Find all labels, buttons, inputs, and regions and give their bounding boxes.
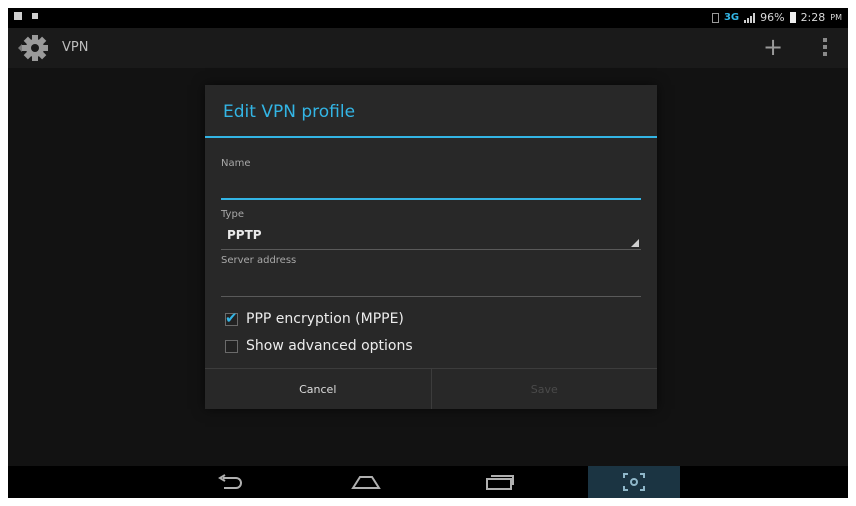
server-address-underline[interactable] xyxy=(221,296,641,297)
page-title: VPN xyxy=(62,40,89,55)
usb-notification-icon xyxy=(32,13,38,19)
name-input-underline[interactable] xyxy=(221,198,641,200)
recents-button[interactable] xyxy=(470,466,530,498)
system-indicators: 3G 96% 2:28 PM xyxy=(711,11,842,24)
recents-icon xyxy=(486,475,514,490)
notification-icons xyxy=(14,12,38,20)
battery-icon xyxy=(789,12,796,23)
name-label: Name xyxy=(221,158,251,169)
type-spinner-underline xyxy=(221,249,641,250)
back-icon xyxy=(218,474,242,489)
save-button[interactable]: Save xyxy=(432,369,658,409)
screenshot-notification-icon xyxy=(14,12,22,20)
home-icon xyxy=(351,476,381,489)
edit-vpn-dialog: Edit VPN profile Name Type PPTP Server a… xyxy=(205,85,657,409)
network-type: 3G xyxy=(723,12,740,23)
show-advanced-row[interactable]: Show advanced options xyxy=(225,338,413,354)
ppp-encryption-checkbox[interactable]: ✔ xyxy=(225,308,238,327)
sim-icon xyxy=(711,12,719,23)
type-spinner[interactable]: PPTP xyxy=(227,228,262,242)
spinner-arrow-icon[interactable] xyxy=(631,239,639,247)
battery-percent: 96% xyxy=(760,11,785,24)
dialog-button-bar: Cancel Save xyxy=(205,368,657,409)
clock-time: 2:28 xyxy=(800,11,826,24)
server-address-label: Server address xyxy=(221,255,297,266)
plus-icon[interactable]: + xyxy=(760,35,786,60)
cancel-button[interactable]: Cancel xyxy=(205,369,432,409)
screenshot-button[interactable] xyxy=(588,466,680,498)
ppp-encryption-row[interactable]: ✔ PPP encryption (MPPE) xyxy=(225,308,404,327)
screenshot-icon xyxy=(623,473,645,491)
type-label: Type xyxy=(221,209,244,220)
back-button[interactable] xyxy=(200,466,260,498)
navigation-bar xyxy=(8,466,848,498)
device-screen: 3G 96% 2:28 PM VPN + Edit VPN profile Na… xyxy=(8,8,848,498)
action-bar: VPN + xyxy=(8,28,848,68)
settings-gear-icon[interactable] xyxy=(16,34,48,62)
show-advanced-checkbox[interactable] xyxy=(225,339,238,353)
status-bar: 3G 96% 2:28 PM xyxy=(8,8,848,28)
dialog-title: Edit VPN profile xyxy=(223,102,356,122)
clock-ampm: PM xyxy=(830,13,842,22)
ppp-encryption-label: PPP encryption (MPPE) xyxy=(246,311,404,327)
signal-strength-icon xyxy=(744,12,756,23)
overflow-menu-icon[interactable] xyxy=(820,38,830,60)
show-advanced-label: Show advanced options xyxy=(246,338,413,354)
title-divider xyxy=(205,136,657,138)
checkmark-icon: ✔ xyxy=(225,308,238,327)
home-button[interactable] xyxy=(336,466,396,498)
